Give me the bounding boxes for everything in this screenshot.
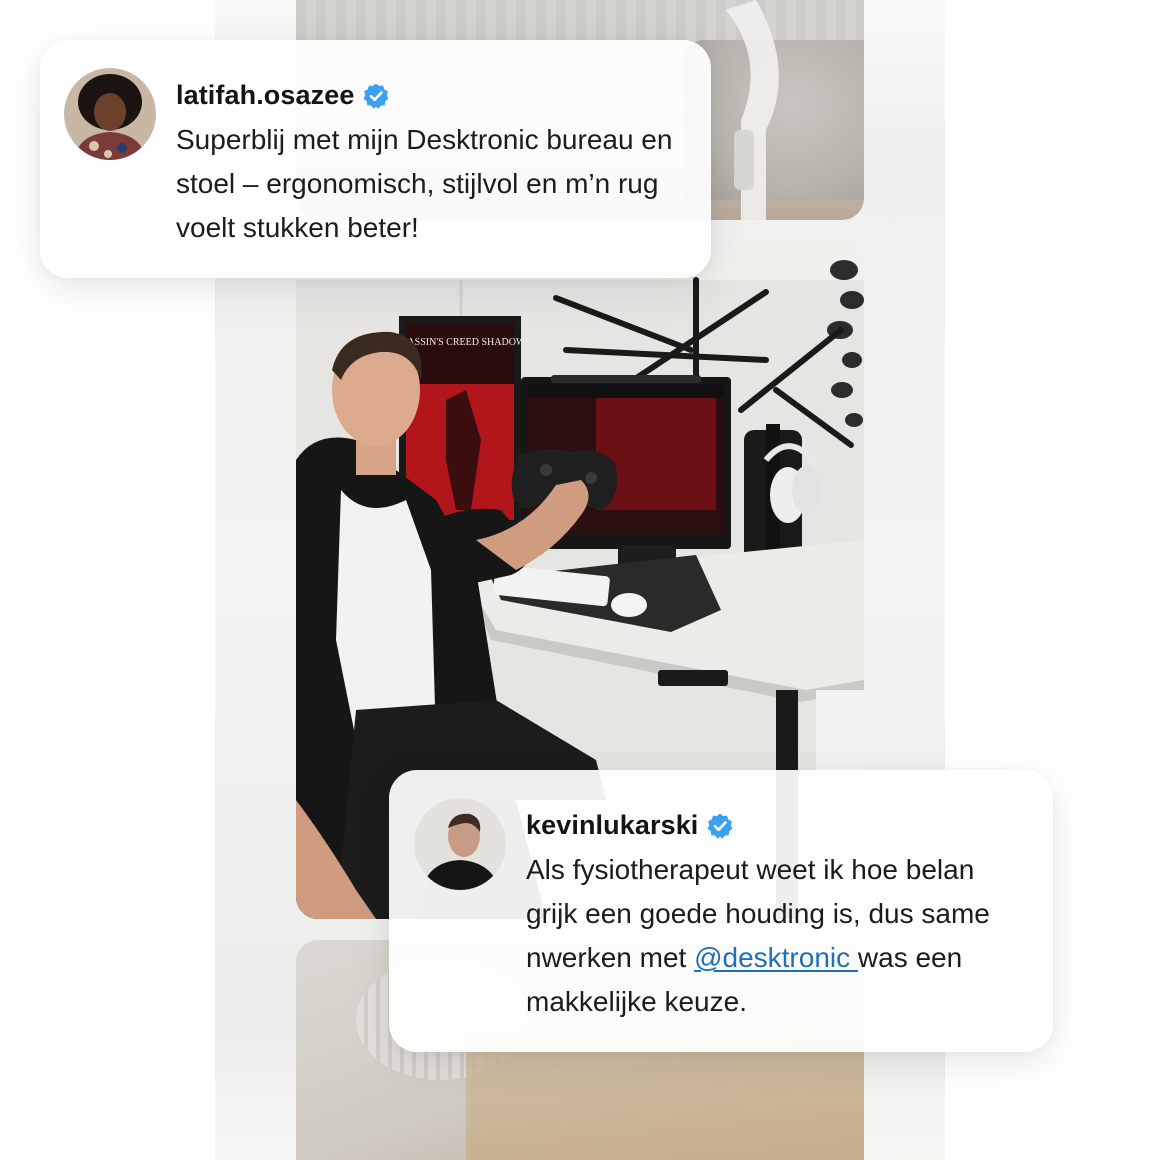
- verified-icon: [362, 82, 390, 110]
- review-card: latifah.osazee Superblij met mijn Desktr…: [40, 40, 711, 278]
- handle-row: kevinlukarski: [526, 810, 734, 841]
- avatar-latifah-image: [64, 68, 156, 160]
- mention-link[interactable]: @desktronic: [694, 942, 858, 973]
- avatar-kevin-image: [414, 798, 506, 890]
- verified-icon: [706, 812, 734, 840]
- review-text: Superblij met mijn Desktronic bureau en …: [176, 124, 673, 243]
- username[interactable]: latifah.osazee: [176, 80, 354, 111]
- username[interactable]: kevinlukarski: [526, 810, 698, 841]
- avatar[interactable]: [414, 798, 506, 890]
- review-card: kevinlukarski Als fysiotherapeut weet ik…: [389, 770, 1053, 1052]
- handle-row: latifah.osazee: [176, 80, 390, 111]
- avatar[interactable]: [64, 68, 156, 160]
- testimonial-collage: ASSASSIN'S CREED SHADOWS latifah.osazee …: [0, 0, 1160, 1160]
- review-text: Als fysiotherapeut weet ik hoe belan gri…: [526, 848, 1016, 1024]
